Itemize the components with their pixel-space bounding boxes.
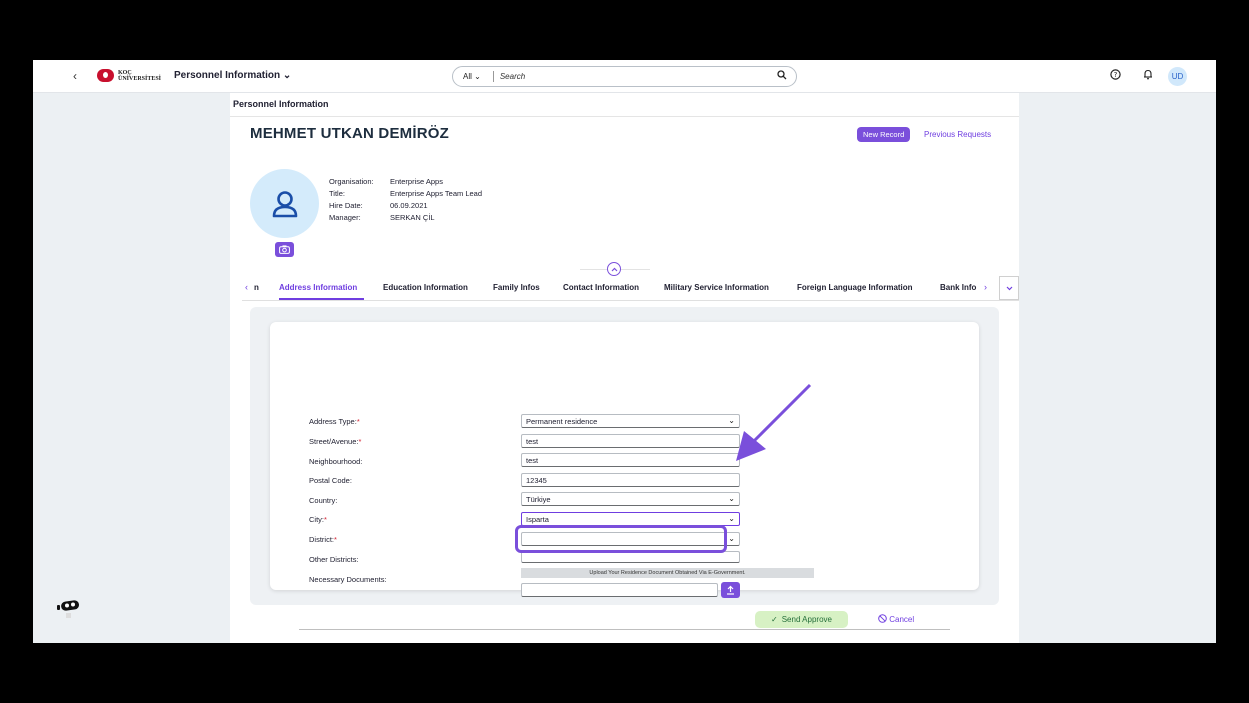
address-type-select[interactable]: Permanent residence ⌄ — [521, 414, 740, 428]
bell-icon[interactable] — [1143, 69, 1153, 83]
assistant-bot-icon[interactable] — [56, 598, 82, 625]
address-type-label: Address Type:* — [309, 417, 360, 426]
cancel-button[interactable]: Cancel — [878, 614, 914, 624]
country-label: Country: — [309, 496, 338, 505]
logo-mark-icon — [97, 69, 114, 82]
app-window: ‹ KOÇ ÜNİVERSİTESİ Personnel Information… — [33, 60, 1216, 643]
cancel-icon — [878, 614, 887, 623]
necessary-documents-label: Necessary Documents: — [309, 575, 387, 584]
street-input[interactable]: test — [521, 434, 740, 448]
neighbourhood-input[interactable]: test — [521, 453, 740, 467]
district-label: District:* — [309, 535, 337, 544]
search-scope-select[interactable]: All ⌄ — [453, 72, 487, 81]
chevron-down-icon: ⌄ — [728, 514, 735, 523]
district-highlight-box — [515, 525, 727, 553]
address-form: Address Type:* Street/Avenue:* Neighbour… — [230, 93, 1019, 643]
upload-button[interactable] — [721, 582, 740, 598]
upload-hint: Upload Your Residence Document Obtained … — [521, 568, 814, 578]
shell-bar: ‹ KOÇ ÜNİVERSİTESİ Personnel Information… — [33, 60, 1216, 93]
document-file-input[interactable] — [521, 583, 718, 597]
chevron-down-icon: ⌄ — [728, 534, 735, 543]
chevron-down-icon: ⌄ — [728, 494, 735, 503]
annotation-arrow-icon — [736, 383, 812, 461]
country-select[interactable]: Türkiye ⌄ — [521, 492, 740, 506]
city-select[interactable]: Isparta ⌄ — [521, 512, 740, 526]
user-avatar[interactable]: UD — [1168, 67, 1187, 86]
send-approve-button[interactable]: ✓ Send Approve — [755, 611, 848, 628]
search-icon[interactable] — [777, 70, 787, 83]
help-icon[interactable]: ? — [1110, 69, 1121, 83]
search-input[interactable]: Search — [500, 72, 777, 81]
app-title-menu[interactable]: Personnel Information ⌄ — [174, 70, 291, 81]
university-logo[interactable]: KOÇ ÜNİVERSİTESİ — [97, 69, 161, 82]
search-bar[interactable]: All ⌄ Search — [452, 66, 797, 87]
neighbourhood-label: Neighbourhood: — [309, 457, 363, 466]
check-icon: ✓ — [771, 615, 778, 624]
logo-text-bottom: ÜNİVERSİTESİ — [118, 75, 162, 82]
svg-text:?: ? — [1114, 71, 1118, 79]
city-label: City:* — [309, 515, 327, 524]
postal-code-label: Postal Code: — [309, 476, 352, 485]
postal-code-input[interactable]: 12345 — [521, 473, 740, 487]
other-districts-label: Other Districts: — [309, 555, 359, 564]
upload-icon — [727, 585, 734, 595]
back-icon[interactable]: ‹ — [73, 69, 77, 83]
street-label: Street/Avenue:* — [309, 437, 362, 446]
